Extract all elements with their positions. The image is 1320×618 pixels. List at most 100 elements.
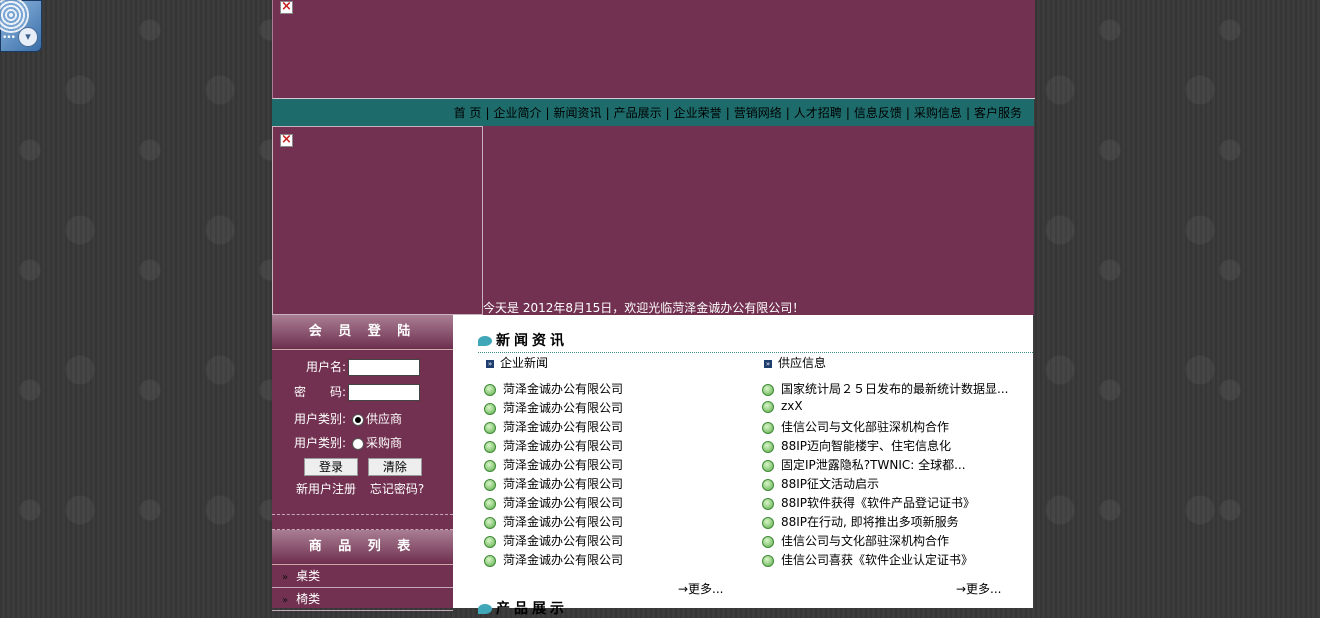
news-item[interactable]: 佳信公司与文化部驻深机构合作	[762, 418, 949, 435]
double-arrow-icon: »	[282, 572, 289, 583]
news-item[interactable]: 菏泽金诚办公有限公司	[484, 513, 623, 530]
corporate-news-heading-text: 企业新闻	[500, 356, 549, 370]
arrow-box-icon: »	[764, 359, 772, 368]
chevron-down-icon[interactable]: ▾	[18, 27, 38, 47]
category-list: » 桌类 » 椅类	[272, 565, 453, 611]
arrow-box-icon: »	[486, 359, 494, 368]
news-item[interactable]: zxX	[762, 399, 803, 413]
main-navigation: 首 页 | 企业简介 | 新闻资讯 | 产品展示 | 企业荣誉 | 营销网络 | 人才招聘 | 信息反馈 | 采…	[272, 99, 1034, 126]
news-item-title: 菏泽金诚办公有限公司	[503, 382, 624, 396]
member-login-title: 会 员 登 陆	[272, 315, 453, 350]
nav-separator: |	[725, 106, 730, 120]
nav-item[interactable]: 首 页	[454, 106, 482, 120]
nav-item[interactable]: 企业简介	[493, 106, 541, 120]
category-label: 桌类	[296, 569, 321, 583]
news-item[interactable]: 菏泽金诚办公有限公司	[484, 494, 623, 511]
close-icon[interactable]: ×	[280, 133, 293, 147]
nav-item[interactable]: 产品展示	[614, 106, 662, 120]
radio-purchaser-label: 采购商	[366, 436, 403, 450]
bullet-icon	[762, 497, 774, 510]
nav-separator: |	[485, 106, 490, 120]
bullet-icon	[762, 383, 774, 396]
news-item[interactable]: 固定IP泄露隐私?TWNIC: 全球都...	[762, 456, 966, 473]
news-item-title: 88IP迈向智能楼宇、住宅信息化	[781, 439, 952, 453]
products-section-title: 产品展示	[478, 598, 568, 618]
news-section-title: 新闻资讯	[478, 330, 568, 350]
supply-info-more-link[interactable]: →更多...	[956, 580, 1002, 597]
news-item[interactable]: 菏泽金诚办公有限公司	[484, 418, 623, 435]
news-item-title: 菏泽金诚办公有限公司	[503, 534, 624, 548]
news-item-title: 菏泽金诚办公有限公司	[503, 553, 624, 567]
bullet-icon	[762, 554, 774, 567]
news-item[interactable]: 菏泽金诚办公有限公司	[484, 399, 623, 416]
nav-item[interactable]: 人才招聘	[794, 106, 842, 120]
radio-purchaser[interactable]	[352, 437, 365, 450]
news-item[interactable]: 佳信公司喜获《软件企业认定证书》	[762, 551, 973, 568]
news-item[interactable]: 菏泽金诚办公有限公司	[484, 551, 623, 568]
supply-info-heading-text: 供应信息	[778, 356, 827, 370]
news-panel: 新闻资讯 » 企业新闻 » 供应信息 菏泽金诚办公有限公司 菏泽金诚办公有限公司 菏泽金…	[453, 315, 1033, 617]
news-item[interactable]: 菏泽金诚办公有限公司	[484, 380, 623, 397]
username-input[interactable]	[348, 359, 421, 376]
supply-info-heading[interactable]: » 供应信息	[764, 354, 826, 371]
clear-button[interactable]: 清除	[367, 458, 422, 476]
nav-separator: |	[605, 106, 610, 120]
category-label: 椅类	[296, 592, 321, 606]
news-item[interactable]: 88IP在行动, 即将推出多项新服务	[762, 513, 959, 530]
nav-item[interactable]: 采购信息	[914, 106, 962, 120]
news-item[interactable]: 菏泽金诚办公有限公司	[484, 475, 623, 492]
ellipsis-icon: •••	[2, 33, 16, 43]
nav-item[interactable]: 新闻资讯	[554, 106, 602, 120]
nav-separator: |	[845, 106, 850, 120]
nav-separator: |	[965, 106, 970, 120]
right-flash-banner	[483, 126, 1034, 315]
bullet-icon	[484, 421, 496, 434]
bullet-icon	[762, 478, 774, 491]
forgot-password-link[interactable]: 忘记密码?	[370, 482, 424, 496]
desktop-app-widget[interactable]: ••• ▾	[0, 0, 42, 52]
nav-item[interactable]: 企业荣誉	[674, 106, 722, 120]
news-item-title: 菏泽金诚办公有限公司	[503, 439, 624, 453]
corporate-news-heading[interactable]: » 企业新闻	[486, 354, 548, 371]
category-item[interactable]: » 桌类	[272, 565, 453, 588]
news-item-title: 菏泽金诚办公有限公司	[503, 477, 624, 491]
news-item-title: 菏泽金诚办公有限公司	[503, 515, 624, 529]
news-item-title: 88IP软件获得《软件产品登记证书》	[781, 496, 976, 510]
password-label: 密 码:	[294, 385, 347, 399]
news-item[interactable]: 菏泽金诚办公有限公司	[484, 456, 623, 473]
news-item[interactable]: 菏泽金诚办公有限公司	[484, 437, 623, 454]
news-item[interactable]: 佳信公司与文化部驻深机构合作	[762, 532, 949, 549]
close-icon[interactable]: ×	[280, 0, 293, 14]
nav-separator: |	[785, 106, 790, 120]
nav-separator: |	[905, 106, 910, 120]
news-item-title: 菏泽金诚办公有限公司	[503, 458, 624, 472]
news-item[interactable]: 88IP征文活动启示	[762, 475, 879, 492]
sidebar: 会 员 登 陆 用户名: 密 码: 用户类别: 供应商 用户类别: 采购商 登录 清…	[272, 315, 453, 611]
news-item[interactable]: 88IP迈向智能楼宇、住宅信息化	[762, 437, 951, 454]
bullet-icon	[484, 459, 496, 472]
bullet-icon	[484, 440, 496, 453]
top-banner: ×	[272, 0, 1035, 99]
news-item[interactable]: 国家统计局２５日发布的最新统计数据显...	[762, 380, 1008, 397]
password-input[interactable]	[348, 384, 421, 401]
bullet-icon	[762, 440, 774, 453]
bullet-icon	[762, 459, 774, 472]
bullet-icon	[484, 554, 496, 567]
news-item[interactable]: 菏泽金诚办公有限公司	[484, 532, 623, 549]
bullet-icon	[762, 516, 774, 529]
register-link[interactable]: 新用户注册	[296, 482, 356, 496]
radio-supplier[interactable]	[352, 413, 365, 426]
nav-item[interactable]: 信息反馈	[854, 106, 902, 120]
speech-bubble-icon	[478, 604, 492, 614]
double-arrow-icon: »	[282, 595, 289, 606]
bullet-icon	[762, 421, 774, 434]
news-item[interactable]: 88IP软件获得《软件产品登记证书》	[762, 494, 975, 511]
bullet-icon	[484, 535, 496, 548]
product-list-title: 商 品 列 表	[272, 530, 453, 565]
news-item-title: 佳信公司喜获《软件企业认定证书》	[781, 553, 974, 567]
products-title-text: 产品展示	[496, 601, 568, 617]
login-button[interactable]: 登录	[304, 458, 358, 476]
corporate-news-more-link[interactable]: →更多...	[678, 580, 724, 597]
nav-item[interactable]: 营销网络	[734, 106, 782, 120]
nav-item[interactable]: 客户服务	[974, 106, 1022, 120]
